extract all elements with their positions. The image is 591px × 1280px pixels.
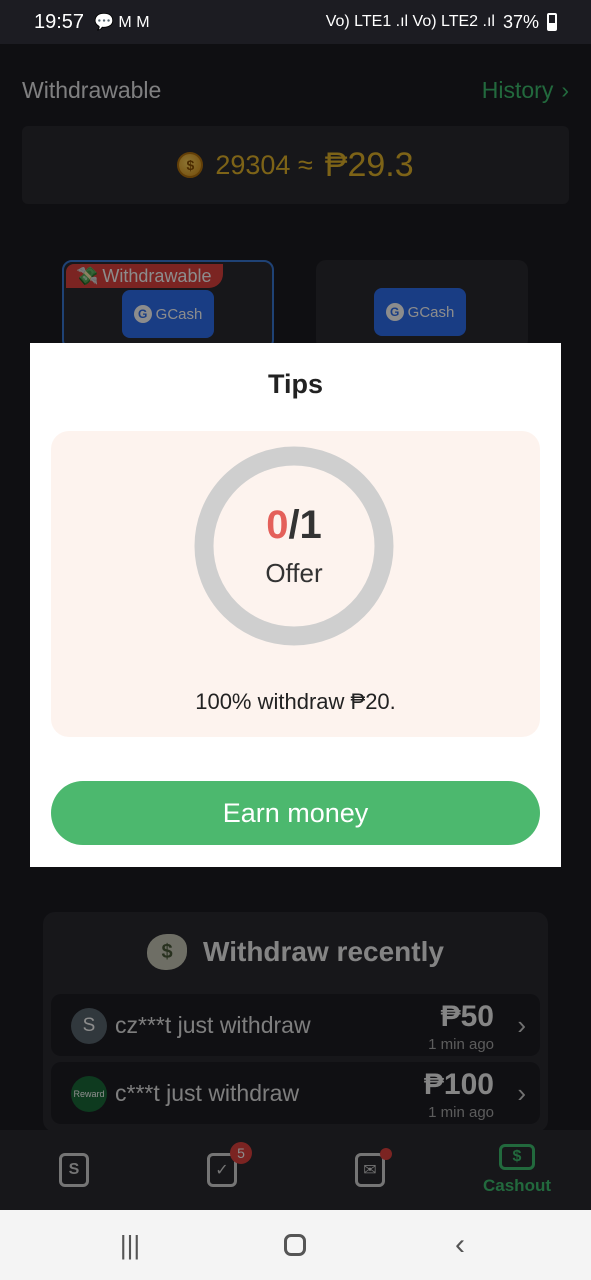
recent-apps-button[interactable]: ||| <box>110 1230 150 1260</box>
earn-money-button[interactable]: Earn money <box>51 781 540 845</box>
status-bar: 19:57 💬 M M Vo) LTE1 .ıl Vo) LTE2 .ıl 37… <box>0 0 591 44</box>
back-icon: ‹ <box>455 1228 465 1261</box>
tips-dialog: Tips 0/1 Offer 100% withdraw ₱20. Earn m… <box>30 343 561 867</box>
withdraw-note: 100% withdraw ₱20. <box>195 689 396 714</box>
system-nav-bar: ||| ‹ <box>0 1210 591 1280</box>
dialog-title: Tips <box>267 369 323 399</box>
battery-icon <box>547 13 557 31</box>
offer-progress-box: 0/1 Offer 100% withdraw ₱20. <box>51 431 540 737</box>
progress-ring-center: 0/1 Offer <box>193 445 395 647</box>
home-button[interactable] <box>275 1230 315 1260</box>
offer-unit: Offer <box>265 558 323 588</box>
recent-apps-icon: ||| <box>119 1229 141 1260</box>
notification-icons: 💬 M M <box>94 14 150 31</box>
status-time: 19:57 <box>34 10 85 33</box>
back-button[interactable]: ‹ <box>440 1228 480 1261</box>
signal-icon: Vo) LTE1 .ıl Vo) LTE2 .ıl <box>325 13 495 30</box>
offer-total: /1 <box>288 503 322 547</box>
offer-count: 0/1 <box>266 503 322 548</box>
offer-done: 0 <box>266 503 289 547</box>
home-icon <box>284 1234 306 1256</box>
battery-percent: 37% <box>502 11 539 32</box>
